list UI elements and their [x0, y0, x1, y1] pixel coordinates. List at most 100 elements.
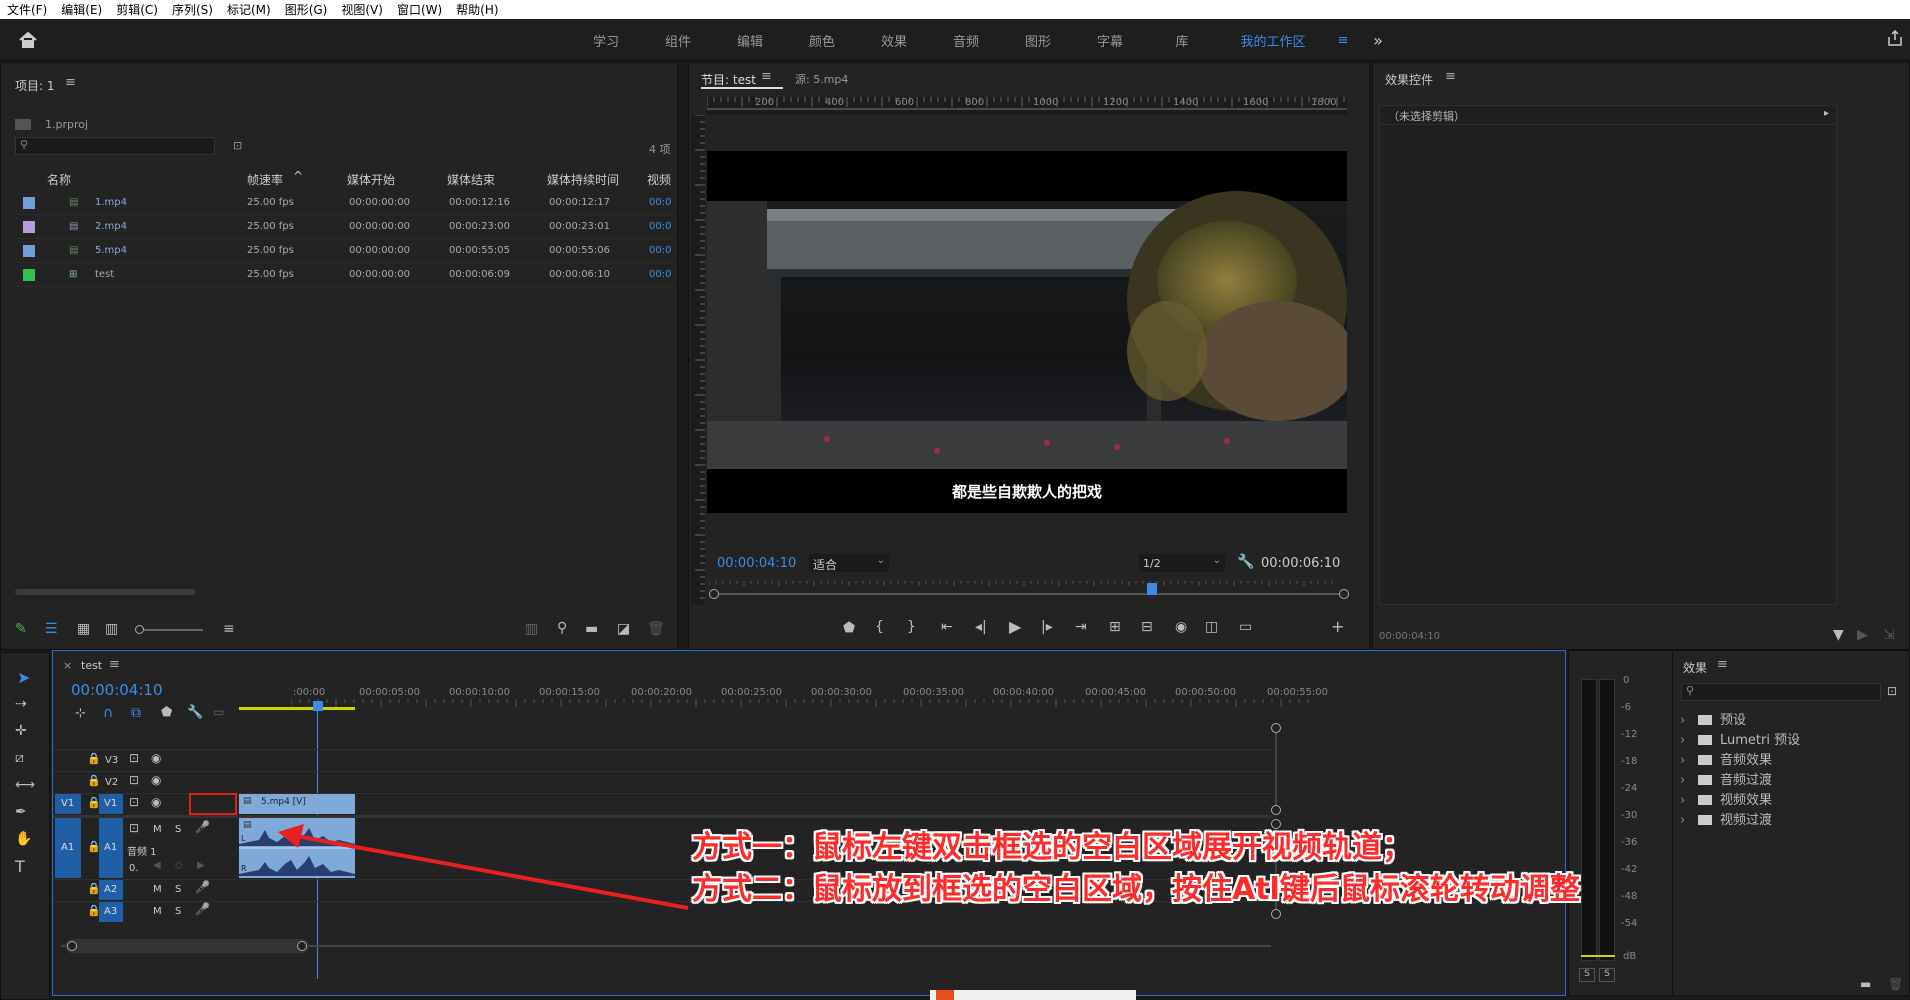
ws-tab-libraries[interactable]: 库	[1146, 31, 1218, 50]
playhead-head[interactable]	[313, 701, 323, 711]
ws-tab-captions[interactable]: 字幕	[1074, 31, 1146, 50]
track-label-v3[interactable]: V3	[105, 755, 118, 766]
solo-left-button[interactable]: S	[1579, 968, 1595, 982]
freeform-view-icon[interactable]: ▥	[105, 622, 118, 636]
linked-selection-icon[interactable]: ⧉	[131, 706, 141, 720]
share-icon[interactable]	[1886, 29, 1904, 47]
button-editor-plus-icon[interactable]: +	[1331, 619, 1344, 635]
timeline-timecode[interactable]: 00:00:04:10	[71, 681, 163, 699]
type-tool-icon[interactable]: T	[15, 859, 25, 875]
ws-tab-graphics[interactable]: 图形	[1002, 31, 1074, 50]
export-icon[interactable]: ⇲	[1883, 628, 1895, 642]
menu-marker[interactable]: 标记(M)	[220, 1, 278, 18]
fit-select[interactable]: 适合 ⌄	[809, 554, 889, 572]
comparison-view-icon[interactable]: ◫	[1205, 620, 1218, 634]
lift-icon[interactable]: ⊞	[1109, 620, 1121, 634]
solo-button[interactable]: S	[175, 824, 181, 835]
step-back-icon[interactable]: ◂|	[975, 620, 987, 634]
new-item-icon[interactable]: ◪	[617, 622, 630, 636]
ripple-edit-tool-icon[interactable]: ✛	[15, 724, 27, 738]
effects-menu-icon[interactable]: ≡	[1717, 657, 1728, 672]
slip-tool-icon[interactable]: ⟷	[15, 778, 35, 792]
zoom-slider-handle[interactable]	[135, 625, 144, 634]
table-row[interactable]: ▤ 2.mp4 25.00 fps 00:00:00:00 00:00:23:0…	[15, 215, 675, 239]
safe-margins-icon[interactable]: ▭	[1239, 620, 1252, 634]
mark-in-icon[interactable]: {	[875, 620, 884, 634]
more-workspaces-icon[interactable]: »	[1358, 31, 1398, 50]
track-target-v1[interactable]: V1	[99, 794, 123, 814]
ws-tab-editing[interactable]: 编辑	[714, 31, 786, 50]
col-fps[interactable]: 帧速率	[247, 171, 283, 188]
video-vscroll-top[interactable]	[1271, 723, 1281, 733]
sort-asc-icon[interactable]: ^	[293, 169, 303, 183]
find-icon[interactable]: ⚲	[557, 621, 567, 635]
go-to-in-icon[interactable]: ⇤	[941, 620, 953, 634]
eye-icon[interactable]: ◉	[151, 796, 161, 808]
audio-vscroll-bottom[interactable]	[1271, 909, 1281, 919]
track-label-v2[interactable]: V2	[105, 777, 118, 788]
new-custom-bin-icon[interactable]: ⊡	[1887, 685, 1897, 697]
wrench-icon[interactable]: 🔧	[1237, 555, 1254, 569]
menu-file[interactable]: 文件(F)	[0, 1, 54, 18]
effects-title[interactable]: 效果	[1683, 659, 1707, 676]
menu-edit[interactable]: 编辑(E)	[54, 1, 109, 18]
clear-icon[interactable]: 🗑	[647, 622, 665, 636]
mute-button[interactable]: M	[153, 824, 162, 835]
add-marker-icon[interactable]: ⬟	[161, 706, 172, 719]
resolution-select[interactable]: 1/2 ⌄	[1139, 554, 1225, 572]
eye-icon[interactable]: ◉	[151, 774, 161, 786]
playhead-timecode[interactable]: 00:00:04:10	[717, 556, 796, 571]
track-target-a3[interactable]: A3	[99, 902, 123, 922]
table-row[interactable]: ▤ 5.mp4 25.00 fps 00:00:00:00 00:00:55:0…	[15, 239, 675, 263]
sync-lock-icon[interactable]: ⊡	[129, 796, 139, 808]
effect-controls-title[interactable]: 效果控件	[1385, 71, 1433, 88]
scrubber-out-handle[interactable]	[1339, 589, 1349, 599]
tab-source[interactable]: 源: 5.mp4	[795, 71, 848, 87]
ws-tab-color[interactable]: 颜色	[786, 31, 858, 50]
mute-button[interactable]: M	[153, 884, 162, 895]
col-media-end[interactable]: 媒体结束	[447, 171, 495, 188]
effects-item-presets[interactable]: › 预设	[1680, 709, 1746, 728]
timeline-settings-icon[interactable]: 🔧	[187, 706, 203, 719]
automate-to-sequence-icon[interactable]: ▥	[525, 622, 538, 636]
menu-help[interactable]: 帮助(H)	[449, 1, 505, 18]
project-title[interactable]: 项目: 1	[15, 77, 55, 94]
razor-tool-icon[interactable]: ⧄	[15, 751, 24, 765]
sync-lock-icon[interactable]: ⊡	[129, 822, 139, 834]
captions-icon[interactable]: ▭	[213, 706, 224, 718]
zoom-handle-right[interactable]	[297, 941, 307, 951]
mute-button[interactable]: M	[153, 906, 162, 917]
track-select-tool-icon[interactable]: ⇢	[15, 697, 27, 711]
next-keyframe-icon[interactable]: ▶	[197, 861, 205, 871]
solo-button[interactable]: S	[175, 906, 181, 917]
extract-icon[interactable]: ⊟	[1141, 620, 1153, 634]
video-vscrollbar[interactable]	[1275, 733, 1277, 805]
nest-icon[interactable]: ⊹	[75, 707, 86, 720]
project-search-input[interactable]: ⚲	[15, 137, 215, 155]
col-video[interactable]: 视频	[647, 171, 671, 188]
new-bin-icon[interactable]: ▬	[585, 622, 598, 636]
sync-lock-icon[interactable]: ⊡	[129, 752, 139, 764]
new-search-bin-icon[interactable]: ⊡	[233, 139, 242, 152]
icon-view-icon[interactable]: ▦	[77, 622, 90, 636]
av-divider[interactable]	[53, 815, 1273, 818]
ws-menu-icon[interactable]: ≡	[1328, 33, 1358, 48]
menu-window[interactable]: 窗口(W)	[390, 1, 449, 18]
volume-value[interactable]: 0.	[129, 863, 139, 874]
video-clip[interactable]: ▤ 5.mp4 [V]	[239, 794, 355, 814]
selection-tool-icon[interactable]: ➤	[17, 670, 30, 686]
tab-program[interactable]: 节目: test	[701, 71, 756, 88]
col-media-start[interactable]: 媒体开始	[347, 171, 395, 188]
effects-search-input[interactable]: ⚲	[1681, 683, 1881, 701]
mark-out-icon[interactable]: }	[907, 620, 916, 634]
play-audio-icon[interactable]: ▶	[1857, 628, 1868, 642]
scrubber-in-handle[interactable]	[709, 589, 719, 599]
hand-tool-icon[interactable]: ✋	[15, 832, 32, 846]
menu-sequence[interactable]: 序列(S)	[165, 1, 220, 18]
project-hscrollbar[interactable]	[15, 589, 195, 595]
menu-clip[interactable]: 剪辑(C)	[109, 1, 165, 18]
project-menu-icon[interactable]: ≡	[65, 75, 76, 90]
sync-lock-icon[interactable]: ⊡	[129, 774, 139, 786]
new-bin-icon[interactable]: ▬	[1860, 978, 1871, 990]
track-target-a1[interactable]: A1	[99, 818, 123, 878]
